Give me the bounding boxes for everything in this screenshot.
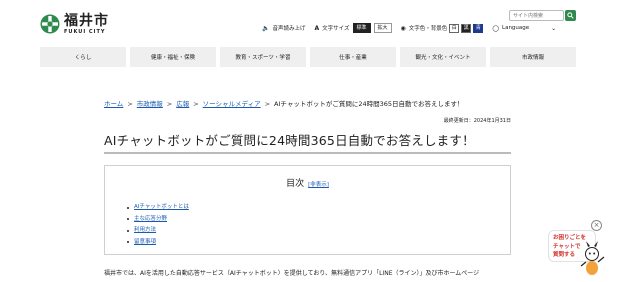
nav-item-health[interactable]: 健康・福祉・保険 (130, 47, 216, 67)
toc-link-fields[interactable]: 主な応答分野 (134, 214, 167, 226)
toc-heading: 目次 (286, 179, 305, 189)
read-aloud-link[interactable]: 🔈 音声読み上げ (262, 24, 306, 33)
breadcrumb-social-media[interactable]: ソーシャルメディア (203, 100, 261, 108)
globe-icon: ◯ (492, 24, 500, 32)
global-nav: くらし 健康・福祉・保険 教育・スポーツ・学習 仕事・産業 観光・文化・イベント… (40, 47, 576, 67)
site-logo[interactable]: 福井市 FUKUI CITY (40, 14, 109, 35)
palette-icon: ◉ (400, 24, 406, 32)
breadcrumb-pr[interactable]: 広報 (176, 100, 189, 108)
table-of-contents: 目次 [非表示] AIチャットボットとは 主な応答分野 利用方法 留意事項 (104, 165, 511, 255)
language-label: Language (502, 25, 530, 31)
list-item: 主な応答分野 (127, 214, 189, 226)
breadcrumb-city-info[interactable]: 市政情報 (137, 100, 163, 108)
color-label: 文字色・背景色 (408, 26, 448, 32)
font-standard-button[interactable]: 標準 (352, 23, 371, 33)
last-updated: 最終更新日：2024年1月31日 (443, 118, 511, 124)
breadcrumb-separator: > (193, 100, 199, 108)
nav-item-work[interactable]: 仕事・産業 (310, 47, 396, 67)
close-icon[interactable]: × (591, 220, 602, 231)
bullet-icon (127, 206, 129, 209)
toc-toggle-link[interactable]: [非表示] (308, 182, 329, 188)
breadcrumb: ホーム > 市政情報 > 広報 > ソーシャルメディア > AIチャットボットがご質問に24時間… (104, 98, 464, 108)
bullet-icon (127, 218, 129, 221)
search-icon (567, 12, 574, 19)
nav-item-city-info[interactable]: 市政情報 (490, 47, 576, 67)
city-emblem-icon (40, 14, 60, 34)
title-divider (104, 152, 511, 154)
color-blue-button[interactable]: 青 (473, 23, 484, 33)
breadcrumb-separator: > (127, 100, 133, 108)
logo-text-jp: 福井市 (64, 13, 109, 29)
font-size-control: A 文字サイズ 標準 拡大 (315, 23, 392, 33)
breadcrumb-home[interactable]: ホーム (104, 100, 123, 108)
logo-text-en: FUKUI CITY (64, 29, 106, 35)
toc-link-notes[interactable]: 留意事項 (134, 237, 156, 249)
color-black-button[interactable]: 黒 (461, 23, 472, 33)
read-aloud-label: 音声読み上げ (272, 26, 306, 32)
color-control: ◉ 文字色・背景色 白 黒 青 (400, 23, 484, 33)
language-select[interactable]: ◯ Language ⌄ (492, 25, 556, 32)
page-title: AIチャットボットがご質問に24時間365日自動でお答えします！ (104, 133, 475, 148)
font-size-label: 文字サイズ (322, 26, 350, 32)
breadcrumb-separator: > (166, 100, 173, 108)
font-size-icon: A (314, 24, 320, 32)
chatbot-launcher[interactable]: × お困りごとを チャットで 質問する (548, 220, 608, 278)
chevron-down-icon: ⌄ (551, 24, 557, 32)
breadcrumb-separator: > (264, 100, 271, 108)
list-item: 留意事項 (127, 237, 189, 249)
bullet-icon (127, 229, 129, 232)
nav-item-education[interactable]: 教育・スポーツ・学習 (220, 47, 306, 67)
nav-item-tourism[interactable]: 観光・文化・イベント (400, 47, 486, 67)
site-search (509, 10, 576, 21)
intro-paragraph: 福井市では、AIを活用した自動応答サービス（AIチャットボット）を提供しており、… (104, 270, 480, 277)
mascot-icon (580, 241, 605, 275)
toc-list: AIチャットボットとは 主な応答分野 利用方法 留意事項 (127, 202, 189, 248)
speaker-icon: 🔈 (262, 24, 270, 32)
toc-link-usage[interactable]: 利用方法 (134, 225, 156, 237)
utility-bar: 🔈 音声読み上げ A 文字サイズ 標準 拡大 ◉ 文字色・背景色 白 黒 青 ◯… (262, 23, 565, 33)
breadcrumb-current: AIチャットボットがご質問に24時間365日自動でお答えします！ (274, 100, 464, 108)
nav-item-living[interactable]: くらし (40, 47, 126, 67)
bullet-icon (127, 241, 129, 244)
toc-link-about[interactable]: AIチャットボットとは (134, 202, 189, 214)
color-white-button[interactable]: 白 (449, 23, 460, 33)
list-item: 利用方法 (127, 225, 189, 237)
font-large-button[interactable]: 拡大 (373, 23, 392, 33)
search-button[interactable] (565, 10, 576, 21)
search-input[interactable] (509, 10, 564, 21)
list-item: AIチャットボットとは (127, 202, 189, 214)
